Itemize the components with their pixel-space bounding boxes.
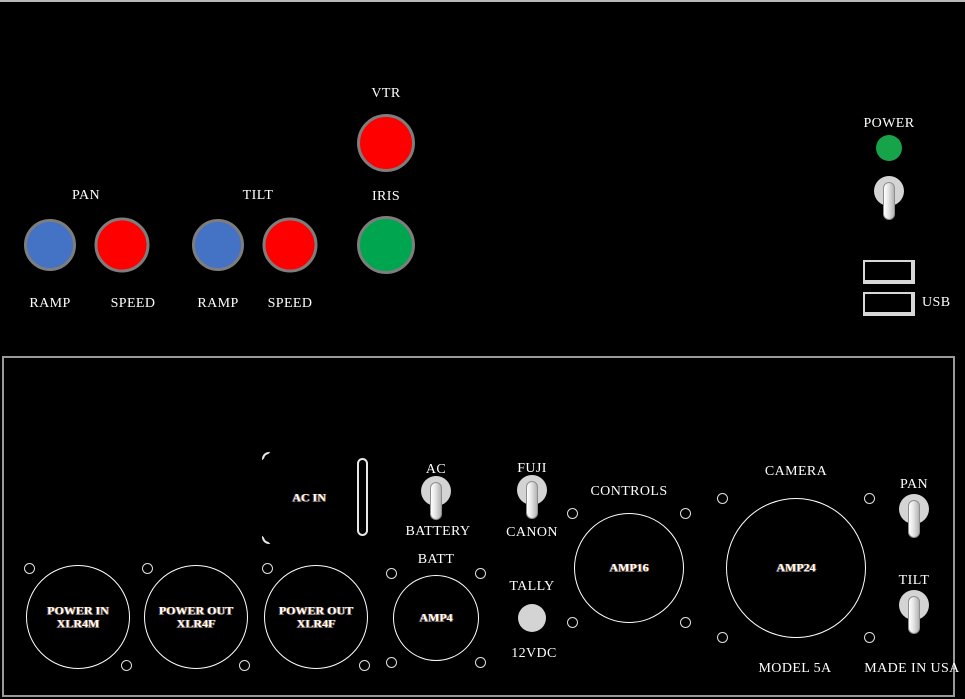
ac-in-connector[interactable]: AC IN	[258, 446, 374, 550]
tilt-toggle-switch[interactable]	[899, 590, 929, 634]
usb-label: USB	[922, 295, 951, 310]
controls-label: CONTROLS	[590, 484, 668, 499]
vtr-button[interactable]	[357, 114, 415, 172]
tilt-speed-label: SPEED	[267, 296, 313, 311]
screw-hole-tr	[680, 508, 691, 519]
camera-label: CAMERA	[764, 464, 828, 479]
tilt-ramp-button[interactable]	[192, 219, 244, 271]
toggle-lever[interactable]	[908, 500, 920, 538]
batt-center-text: AMP4	[419, 610, 453, 625]
ac-in-label: AC IN	[292, 490, 326, 505]
tally-led	[518, 604, 546, 632]
screw-hole-tl	[262, 563, 273, 574]
power-out-2-text: POWER OUT XLR4F	[279, 604, 353, 629]
pan-speed-label: SPEED	[110, 296, 156, 311]
pan-group-label: PAN	[72, 188, 100, 203]
batt-connector[interactable]: AMP4	[384, 566, 488, 670]
ac-in-corner-tl	[262, 452, 271, 461]
screw-hole-tl	[24, 563, 35, 574]
lower-connector-panel: POWER IN XLR4M POWER OUT XLR4F POWER OUT…	[2, 356, 959, 697]
made-in-usa-label: MADE IN USA	[864, 661, 960, 676]
screw-hole-tr	[864, 493, 875, 504]
power-out-1-text: POWER OUT XLR4F	[159, 604, 233, 629]
screw-hole-tl	[142, 563, 153, 574]
power-out-2-line2: XLR4F	[296, 616, 336, 630]
toggle-lever[interactable]	[883, 182, 895, 220]
power-out-1-line2: XLR4F	[176, 616, 216, 630]
screw-hole-tr	[475, 568, 486, 579]
screw-hole-tl	[567, 508, 578, 519]
usb-port-1[interactable]	[863, 260, 915, 284]
toggle-lever[interactable]	[430, 482, 442, 520]
tally-voltage-label: 12VDC	[511, 646, 557, 661]
battery-label: BATTERY	[405, 524, 471, 539]
model-label: MODEL 5A	[758, 661, 832, 676]
pan-speed-button[interactable]	[94, 217, 150, 273]
power-label: POWER	[863, 116, 915, 131]
pan-ramp-button[interactable]	[24, 219, 76, 271]
toggle-lever[interactable]	[526, 481, 538, 519]
fuji-canon-toggle-switch[interactable]	[517, 475, 547, 519]
screw-hole-br	[475, 657, 486, 668]
pan-toggle-switch[interactable]	[899, 494, 929, 538]
ac-in-pin-bar	[357, 458, 368, 536]
power-in-line2: XLR4M	[56, 616, 100, 630]
pan-switch-label: PAN	[900, 477, 928, 492]
toggle-lever[interactable]	[908, 596, 920, 634]
screw-hole-bl	[567, 617, 578, 628]
screw-hole-bl	[386, 657, 397, 668]
controls-connector[interactable]: AMP16	[565, 504, 693, 632]
canon-label: CANON	[506, 525, 558, 540]
power-in-text: POWER IN XLR4M	[47, 604, 109, 629]
screw-hole-br	[680, 617, 691, 628]
camera-center-text: AMP24	[776, 560, 816, 575]
screw-hole-br	[359, 660, 370, 671]
screw-hole-tl	[717, 493, 728, 504]
iris-button[interactable]	[357, 216, 415, 274]
power-toggle-switch[interactable]	[874, 176, 904, 220]
power-led	[876, 135, 902, 161]
iris-label: IRIS	[371, 189, 401, 204]
camera-control-panel: VTR IRIS PAN RAMP SPEED TILT RAMP SPEED …	[0, 0, 965, 699]
tally-label: TALLY	[509, 579, 555, 594]
screw-hole-br	[239, 660, 250, 671]
tilt-ramp-label: RAMP	[197, 296, 239, 311]
power-in-connector[interactable]: POWER IN XLR4M	[18, 557, 138, 677]
controls-center-text: AMP16	[609, 560, 649, 575]
ac-battery-toggle-switch[interactable]	[421, 476, 451, 520]
upper-control-panel: VTR IRIS PAN RAMP SPEED TILT RAMP SPEED …	[0, 0, 965, 352]
tilt-switch-label: TILT	[898, 573, 930, 588]
tilt-group-label: TILT	[242, 188, 274, 203]
power-out-2-connector[interactable]: POWER OUT XLR4F	[256, 557, 376, 677]
camera-connector[interactable]: AMP24	[715, 487, 877, 649]
screw-hole-tl	[386, 568, 397, 579]
ac-in-corner-bl	[262, 530, 276, 544]
tilt-speed-button[interactable]	[262, 217, 318, 273]
vtr-label: VTR	[371, 86, 401, 101]
pan-ramp-label: RAMP	[29, 296, 71, 311]
usb-port-2[interactable]	[863, 292, 915, 316]
screw-hole-br	[121, 660, 132, 671]
screw-hole-br	[864, 632, 875, 643]
screw-hole-bl	[717, 632, 728, 643]
power-out-1-connector[interactable]: POWER OUT XLR4F	[136, 557, 256, 677]
